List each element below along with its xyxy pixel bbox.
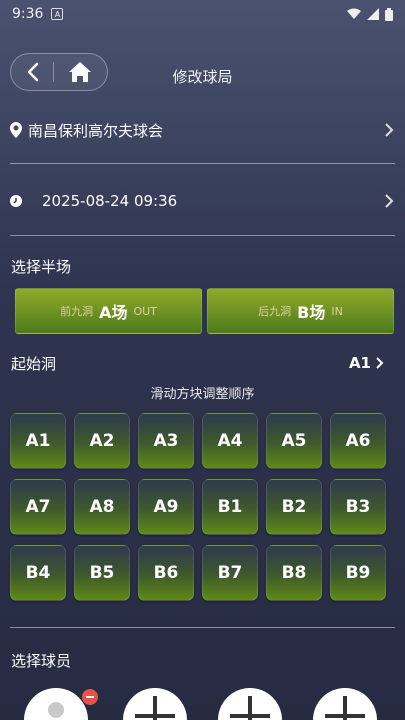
players-section-title: 选择球员 [11,652,72,670]
half-section-title: 选择半场 [11,258,72,276]
half-b-button[interactable]: 后九洞 B场 IN [207,288,394,334]
hole-grid: A1 A2 A3 A4 A5 A6 A7 A8 A9 B1 B2 B3 B4 B… [10,413,386,601]
hole-tile[interactable]: A8 [74,479,130,535]
start-hole-label: 起始洞 [11,354,57,373]
add-player-button[interactable] [218,688,282,720]
hole-tile[interactable]: B3 [330,479,386,535]
hole-tile[interactable]: B5 [74,545,130,601]
start-hole-value-wrap: A1 [349,354,385,372]
notification-icon: A [51,8,64,20]
start-hole-value: A1 [348,354,371,372]
hole-tile[interactable]: A9 [138,479,194,535]
status-bar: 9:36 A [0,0,405,28]
hole-tile[interactable]: B9 [330,545,386,601]
hole-tile[interactable]: A7 [10,479,66,535]
half-a-main: A场 [99,303,128,322]
hole-tile[interactable]: B8 [266,545,322,601]
players-row [0,686,405,720]
datetime-value: 2025-08-24 09:36 [42,192,178,210]
divider [10,163,395,164]
hole-tile[interactable]: B2 [266,479,322,535]
remove-icon[interactable] [82,689,98,705]
datetime-row[interactable]: 2025-08-24 09:36 [10,189,395,213]
divider [10,627,395,628]
clock-icon [10,195,22,207]
course-name: 南昌保利高尔夫球会 [28,121,164,140]
hole-tile[interactable]: B1 [202,479,258,535]
add-player-button[interactable] [313,688,377,720]
chevron-right-icon [385,194,394,208]
half-b-sub-right: IN [331,304,343,318]
divider [10,235,395,236]
half-a-sub-left: 前九洞 [60,305,94,318]
half-a-button[interactable]: 前九洞 A场 OUT [15,288,202,334]
battery-icon [385,7,393,21]
wifi-icon [347,8,361,19]
page-title: 修改球局 [172,68,233,86]
hole-tile[interactable]: B4 [10,545,66,601]
avatar-placeholder-icon [48,702,64,718]
hole-tile[interactable]: B7 [202,545,258,601]
half-a-sub-right: OUT [133,304,157,318]
hole-tile[interactable]: A1 [10,413,66,469]
drag-hint: 滑动方块调整顺序 [150,387,255,402]
status-time: 9:36 [12,6,44,22]
add-player-button[interactable] [123,688,187,720]
hole-tile[interactable]: A2 [74,413,130,469]
hole-tile[interactable]: A6 [330,413,386,469]
hole-tile[interactable]: A5 [266,413,322,469]
hole-tile[interactable]: A4 [202,413,258,469]
location-pin-icon [10,122,22,138]
plus-icon [230,714,270,718]
start-hole-row[interactable]: 起始洞 A1 [11,352,385,374]
chevron-right-icon [376,357,384,369]
plus-icon [325,714,365,718]
half-b-main: B场 [297,303,326,322]
hole-tile[interactable]: A3 [138,413,194,469]
player-avatar[interactable] [24,688,88,720]
hole-tile[interactable]: B6 [138,545,194,601]
plus-icon [135,714,175,718]
signal-icon [367,8,379,20]
course-row[interactable]: 南昌保利高尔夫球会 [10,118,395,142]
half-b-sub-left: 后九洞 [258,305,292,318]
chevron-right-icon [385,123,394,137]
